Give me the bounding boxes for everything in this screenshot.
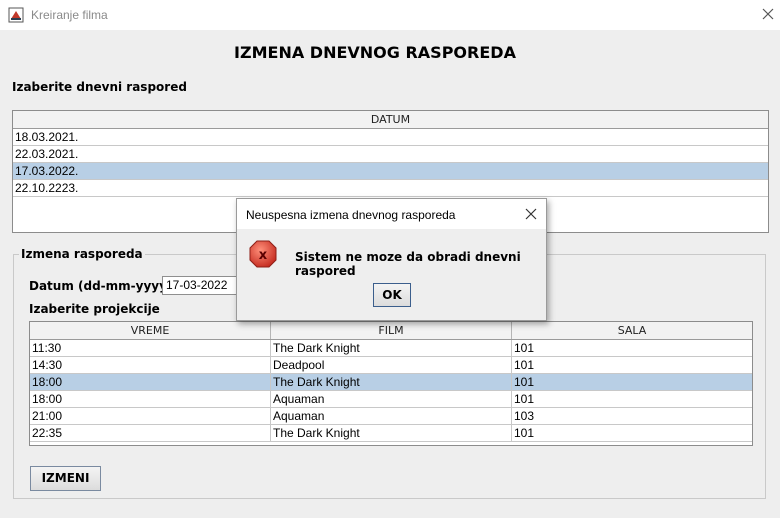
- window-title: Kreiranje filma: [31, 8, 108, 22]
- schedule-table-header[interactable]: DATUM: [13, 111, 768, 129]
- dialog-title: Neuspesna izmena dnevnog rasporeda: [246, 208, 456, 222]
- projections-table-header[interactable]: VREME FILM SALA: [30, 322, 752, 340]
- hall-cell[interactable]: 101: [512, 391, 752, 407]
- film-cell[interactable]: The Dark Knight: [271, 340, 512, 356]
- time-cell[interactable]: 18:00: [30, 391, 271, 407]
- error-icon: x: [249, 240, 277, 268]
- dialog-titlebar: Neuspesna izmena dnevnog rasporeda: [237, 199, 546, 229]
- column-header-vreme[interactable]: VREME: [30, 322, 271, 339]
- film-cell[interactable]: The Dark Knight: [271, 425, 512, 441]
- time-cell[interactable]: 18:00: [30, 374, 271, 390]
- hall-cell[interactable]: 101: [512, 374, 752, 390]
- time-cell[interactable]: 14:30: [30, 357, 271, 373]
- projections-table[interactable]: VREME FILM SALA 11:30 The Dark Knight 10…: [29, 321, 753, 446]
- film-cell[interactable]: Deadpool: [271, 357, 512, 373]
- column-header-sala[interactable]: SALA: [512, 322, 752, 339]
- film-cell[interactable]: Aquaman: [271, 408, 512, 424]
- table-row[interactable]: 11:30 The Dark Knight 101: [30, 340, 752, 357]
- date-cell[interactable]: 17.03.2022.: [13, 163, 768, 179]
- table-row[interactable]: 21:00 Aquaman 103: [30, 408, 752, 425]
- izmeni-button[interactable]: IZMENI: [30, 466, 101, 491]
- error-dialog: Neuspesna izmena dnevnog rasporeda x Sis…: [236, 198, 547, 321]
- hall-cell[interactable]: 101: [512, 357, 752, 373]
- projections-label: Izaberite projekcije: [29, 302, 160, 316]
- dialog-message: Sistem ne moze da obradi dnevni raspored: [295, 250, 521, 278]
- window-titlebar: Kreiranje filma: [0, 0, 780, 30]
- edit-group-title: Izmena rasporeda: [19, 247, 145, 261]
- hall-cell[interactable]: 103: [512, 408, 752, 424]
- schedule-section-label: Izaberite dnevni raspored: [12, 80, 187, 94]
- table-row[interactable]: 18.03.2021.: [13, 129, 768, 146]
- java-app-icon: [8, 7, 24, 23]
- table-row-selected[interactable]: 17.03.2022.: [13, 163, 768, 180]
- time-cell[interactable]: 21:00: [30, 408, 271, 424]
- table-row[interactable]: 22.10.2223.: [13, 180, 768, 197]
- table-row[interactable]: 18:00 Aquaman 101: [30, 391, 752, 408]
- window-close-icon[interactable]: [760, 6, 776, 22]
- film-cell[interactable]: The Dark Knight: [271, 374, 512, 390]
- date-cell[interactable]: 18.03.2021.: [13, 129, 768, 145]
- page-title: IZMENA DNEVNOG RASPOREDA: [234, 43, 516, 62]
- hall-cell[interactable]: 101: [512, 340, 752, 356]
- svg-text:x: x: [259, 248, 268, 263]
- time-cell[interactable]: 22:35: [30, 425, 271, 441]
- film-cell[interactable]: Aquaman: [271, 391, 512, 407]
- ok-button[interactable]: OK: [373, 283, 411, 307]
- dialog-close-icon[interactable]: [524, 207, 538, 221]
- date-cell[interactable]: 22.03.2021.: [13, 146, 768, 162]
- table-row-selected[interactable]: 18:00 The Dark Knight 101: [30, 374, 752, 391]
- column-header-film[interactable]: FILM: [271, 322, 512, 339]
- table-row[interactable]: 22.03.2021.: [13, 146, 768, 163]
- table-row[interactable]: 22:35 The Dark Knight 101: [30, 425, 752, 442]
- table-row[interactable]: 14:30 Deadpool 101: [30, 357, 752, 374]
- column-header-datum[interactable]: DATUM: [13, 111, 768, 128]
- date-cell[interactable]: 22.10.2223.: [13, 180, 768, 196]
- time-cell[interactable]: 11:30: [30, 340, 271, 356]
- date-label: Datum (dd-mm-yyyy): [29, 279, 173, 293]
- hall-cell[interactable]: 101: [512, 425, 752, 441]
